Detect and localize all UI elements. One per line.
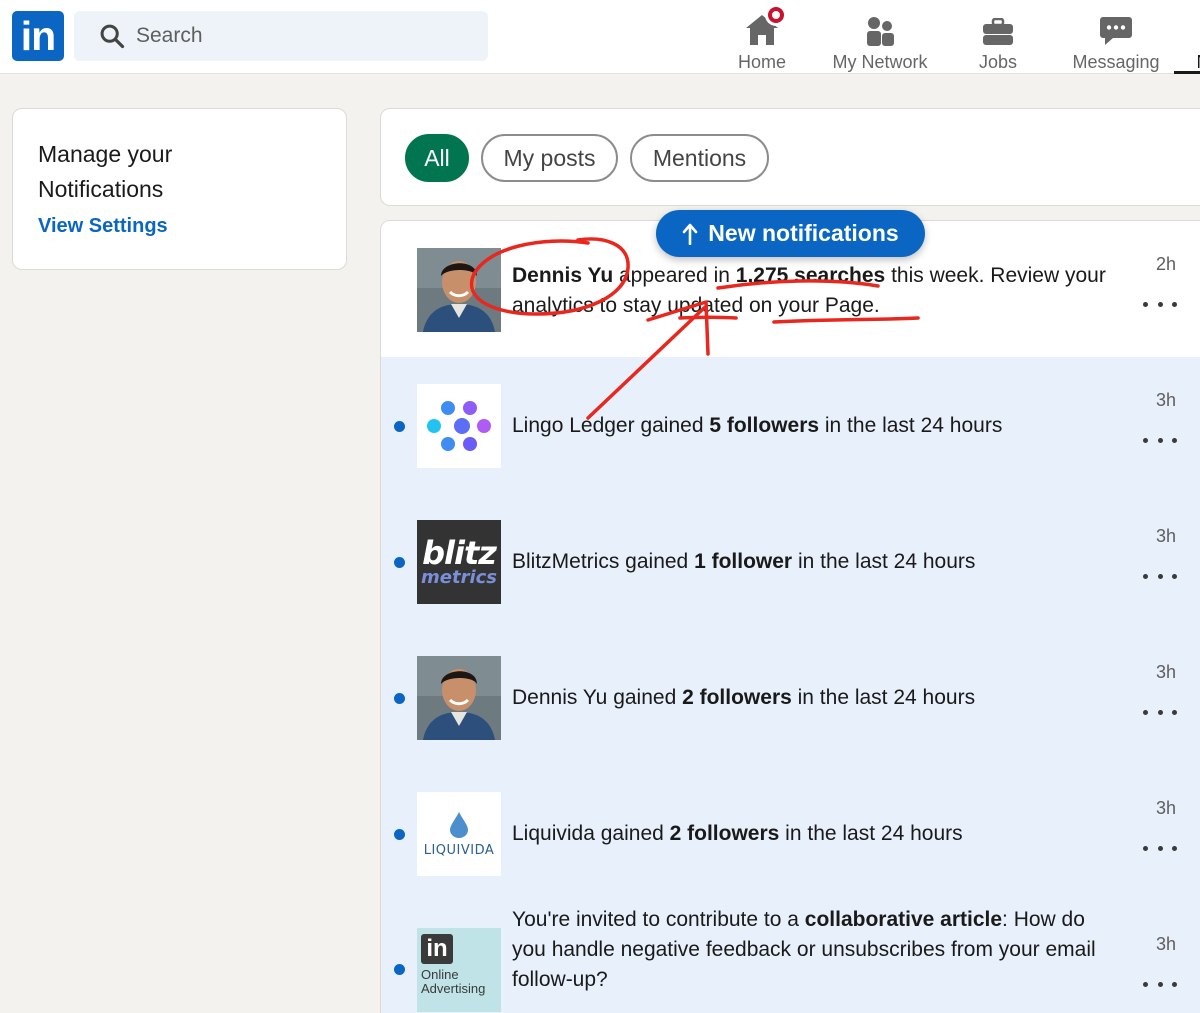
filter-bar: All My posts Mentions: [380, 108, 1200, 206]
nav-my-network-label: My Network: [832, 52, 928, 72]
company-logo[interactable]: blitz metrics: [417, 520, 501, 604]
notification-feed: Dennis Yu appeared in 1,275 searches thi…: [380, 220, 1200, 1013]
notification-badge: [765, 4, 787, 26]
more-options-icon[interactable]: [1143, 433, 1177, 447]
notification-item[interactable]: LIQUIVIDA Liquivida gained 2 followers i…: [381, 765, 1200, 901]
filter-my-posts-pill[interactable]: My posts: [481, 134, 618, 182]
more-options-icon[interactable]: [1143, 977, 1177, 991]
nav-home[interactable]: Home: [735, 0, 789, 74]
avatar[interactable]: [417, 656, 501, 740]
nav-messaging[interactable]: Messaging: [1068, 0, 1164, 74]
droplet-icon: [450, 811, 468, 838]
timestamp: 3h: [1156, 526, 1177, 546]
linkedin-logo: in: [421, 934, 453, 964]
timestamp: 3h: [1156, 662, 1177, 682]
search-input[interactable]: [136, 24, 456, 48]
company-logo[interactable]: LIQUIVIDA: [417, 792, 501, 876]
nav-jobs[interactable]: Jobs: [972, 0, 1024, 74]
unread-dot: [394, 421, 405, 432]
notification-text[interactable]: Lingo Ledger gained 5 followers in the l…: [512, 411, 1122, 441]
network-icon: [867, 17, 894, 46]
filter-all-pill[interactable]: All: [405, 134, 469, 182]
unread-dot: [394, 557, 405, 568]
avatar[interactable]: [417, 248, 501, 332]
more-options-icon[interactable]: [1143, 297, 1177, 311]
more-options-icon[interactable]: [1143, 841, 1177, 855]
messaging-icon: [1100, 17, 1132, 45]
manage-title: Manage your Notifications: [38, 141, 173, 202]
top-nav: in Home My Network: [0, 0, 1200, 74]
notification-item[interactable]: in Online Advertising You're invited to …: [381, 901, 1200, 1013]
search-bar[interactable]: [74, 11, 488, 61]
arrow-up-icon: [682, 223, 698, 245]
notification-text[interactable]: Dennis Yu appeared in 1,275 searches thi…: [512, 261, 1122, 321]
unread-dot: [394, 693, 405, 704]
nav-home-label: Home: [737, 52, 786, 72]
timestamp: 3h: [1156, 798, 1177, 818]
filter-mentions-pill[interactable]: Mentions: [630, 134, 769, 182]
notification-text[interactable]: Liquivida gained 2 followers in the last…: [512, 819, 1122, 849]
company-logo[interactable]: [417, 384, 501, 468]
more-options-icon[interactable]: [1143, 569, 1177, 583]
new-notifications-button[interactable]: New notifications: [656, 210, 925, 257]
manage-notifications-card: Manage your Notifications View Settings: [12, 108, 347, 270]
notification-item[interactable]: Lingo Ledger gained 5 followers in the l…: [381, 357, 1200, 493]
nav-my-network[interactable]: My Network: [828, 0, 932, 74]
unread-dot: [394, 829, 405, 840]
nav-jobs-label: Jobs: [978, 52, 1018, 72]
search-icon: [100, 24, 125, 49]
notification-text[interactable]: BlitzMetrics gained 1 follower in the la…: [512, 547, 1122, 577]
notification-item[interactable]: blitz metrics BlitzMetrics gained 1 foll…: [381, 493, 1200, 629]
notification-text[interactable]: Dennis Yu gained 2 followers in the last…: [512, 683, 1122, 713]
unread-dot: [394, 964, 405, 975]
timestamp: 3h: [1156, 934, 1177, 954]
nav-notifications-label: No: [1188, 52, 1200, 73]
notification-item[interactable]: Dennis Yu gained 2 followers in the last…: [381, 629, 1200, 765]
notification-text[interactable]: You're invited to contribute to a collab…: [512, 905, 1122, 995]
topic-image[interactable]: in Online Advertising: [417, 928, 501, 1012]
nav-notifications[interactable]: No: [1174, 0, 1200, 74]
more-options-icon[interactable]: [1143, 705, 1177, 719]
nav-messaging-label: Messaging: [1072, 52, 1160, 72]
timestamp: 3h: [1156, 390, 1177, 410]
briefcase-icon: [983, 18, 1013, 45]
linkedin-logo[interactable]: in: [12, 11, 64, 61]
timestamp: 2h: [1156, 254, 1177, 274]
view-settings-link[interactable]: View Settings: [38, 215, 168, 238]
